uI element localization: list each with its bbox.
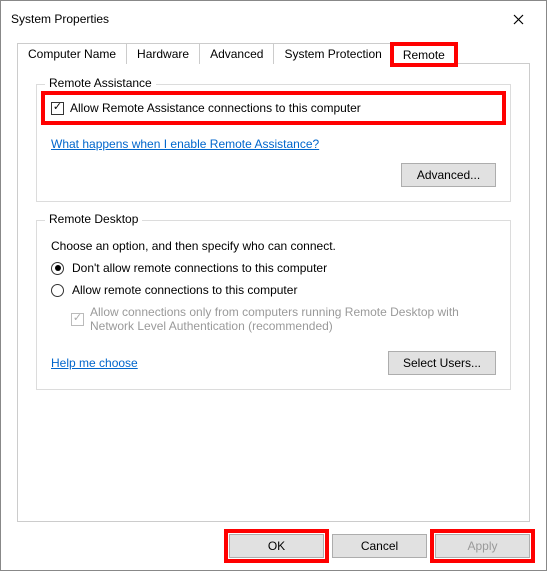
radio-dont-allow-row: Don't allow remote connections to this c… bbox=[51, 261, 496, 275]
titlebar: System Properties bbox=[1, 1, 546, 37]
system-properties-dialog: System Properties Computer Name Hardware… bbox=[0, 0, 547, 571]
radio-allow[interactable] bbox=[51, 284, 64, 297]
remote-desktop-desc: Choose an option, and then specify who c… bbox=[51, 239, 496, 253]
apply-button[interactable]: Apply bbox=[435, 534, 530, 558]
radio-allow-row: Allow remote connections to this compute… bbox=[51, 283, 496, 297]
remote-assistance-group-label: Remote Assistance bbox=[45, 76, 156, 90]
remote-assistance-group: Remote Assistance Allow Remote Assistanc… bbox=[36, 84, 511, 202]
radio-dont-allow[interactable] bbox=[51, 262, 64, 275]
nla-row: Allow connections only from computers ru… bbox=[71, 305, 496, 333]
remote-desktop-group: Remote Desktop Choose an option, and the… bbox=[36, 220, 511, 390]
tab-strip: Computer Name Hardware Advanced System P… bbox=[17, 43, 530, 64]
remote-assistance-help-link[interactable]: What happens when I enable Remote Assist… bbox=[51, 137, 319, 151]
allow-remote-assistance-row: Allow Remote Assistance connections to t… bbox=[51, 101, 496, 115]
close-button[interactable] bbox=[498, 7, 538, 31]
cancel-button[interactable]: Cancel bbox=[332, 534, 427, 558]
nla-checkbox bbox=[71, 313, 84, 326]
dialog-title: System Properties bbox=[11, 12, 109, 26]
remote-desktop-group-label: Remote Desktop bbox=[45, 212, 142, 226]
allow-remote-assistance-checkbox[interactable] bbox=[51, 102, 64, 115]
tab-advanced[interactable]: Advanced bbox=[199, 43, 274, 64]
tab-system-protection[interactable]: System Protection bbox=[273, 43, 392, 64]
tab-remote[interactable]: Remote bbox=[392, 44, 456, 65]
radio-dont-allow-label: Don't allow remote connections to this c… bbox=[72, 261, 327, 275]
radio-allow-label: Allow remote connections to this compute… bbox=[72, 283, 297, 297]
select-users-button[interactable]: Select Users... bbox=[388, 351, 496, 375]
ok-button[interactable]: OK bbox=[229, 534, 324, 558]
tab-computer-name[interactable]: Computer Name bbox=[17, 43, 127, 64]
close-icon bbox=[513, 14, 524, 25]
allow-remote-assistance-label: Allow Remote Assistance connections to t… bbox=[70, 101, 361, 115]
help-me-choose-link[interactable]: Help me choose bbox=[51, 356, 138, 370]
tab-body-remote: Remote Assistance Allow Remote Assistanc… bbox=[17, 63, 530, 522]
dialog-button-row: OK Cancel Apply bbox=[1, 522, 546, 570]
advanced-button[interactable]: Advanced... bbox=[401, 163, 496, 187]
nla-label: Allow connections only from computers ru… bbox=[90, 305, 496, 333]
tab-hardware[interactable]: Hardware bbox=[126, 43, 200, 64]
